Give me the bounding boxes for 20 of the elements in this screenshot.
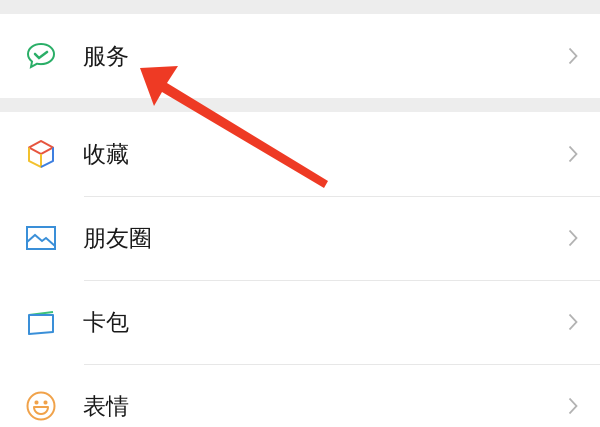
menu-label: 收藏: [83, 140, 130, 170]
chevron-right-icon: [568, 47, 578, 65]
chevron-right-icon: [568, 145, 578, 163]
menu-item[interactable]: 朋友圈: [0, 196, 600, 280]
chat-check-icon: [25, 41, 57, 71]
chevron-right-icon: [568, 397, 578, 415]
menu-label: 表情: [83, 392, 130, 422]
menu-label: 服务: [83, 42, 130, 72]
chevron-right-icon: [568, 313, 578, 331]
cube-icon: [26, 139, 56, 169]
menu-label: 卡包: [83, 308, 130, 338]
chevron-right-icon: [568, 229, 578, 247]
menu-item[interactable]: 表情: [0, 364, 600, 427]
menu-item[interactable]: 卡包: [0, 280, 600, 364]
menu-label: 朋友圈: [83, 224, 153, 254]
menu-item[interactable]: 服务: [0, 14, 600, 98]
landscape-image-icon: [25, 225, 57, 251]
smiley-icon: [25, 390, 57, 422]
wallet-icon: [26, 308, 56, 336]
menu-item[interactable]: 收藏: [0, 112, 600, 196]
